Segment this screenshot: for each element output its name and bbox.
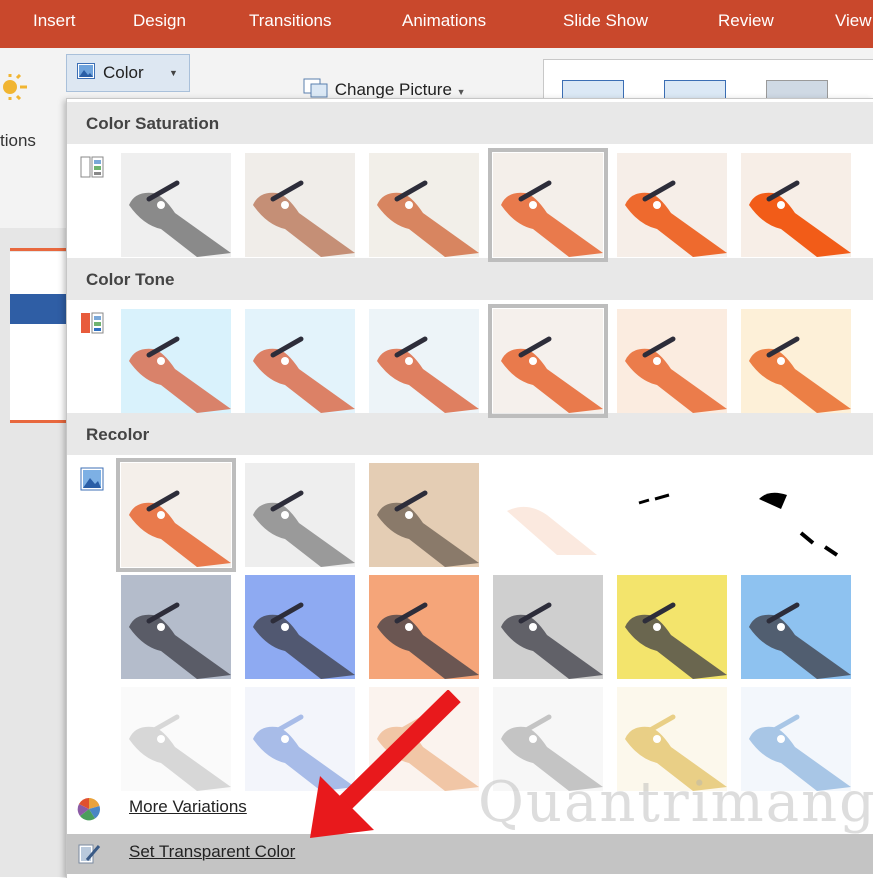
color-saturation-title: Color Saturation [86,114,220,133]
recolor-swatch[interactable] [245,575,355,679]
ribbon-tab-bar: Insert Design Transitions Animations Sli… [0,0,873,48]
color-tone-swatch[interactable] [617,309,727,413]
color-tone-swatch[interactable] [741,309,851,413]
recolor-swatch[interactable] [617,575,727,679]
recolor-swatch[interactable] [493,463,603,567]
color-saturation-swatch[interactable] [617,153,727,257]
recolor-swatch[interactable] [245,463,355,567]
change-picture-icon [303,78,328,98]
recolor-swatch[interactable] [741,575,851,679]
color-saturation-swatch[interactable] [488,148,608,262]
recolor-swatch[interactable] [741,463,851,567]
change-picture-button[interactable]: Change Picture ▼ [302,78,466,100]
recolor-swatch[interactable] [121,687,231,791]
color-saturation-swatch[interactable] [245,153,355,257]
color-tone-header: Color Tone [67,258,873,300]
tab-insert[interactable]: Insert [33,11,76,31]
color-saturation-swatch[interactable] [121,153,231,257]
color-saturation-swatch[interactable] [369,153,479,257]
color-wheel-icon [77,797,101,821]
color-tone-swatch[interactable] [488,304,608,418]
set-transparent-color-label: Set Transparent Color [129,842,296,861]
color-saturation-icon [80,156,104,178]
tab-slide-show[interactable]: Slide Show [563,11,648,31]
recolor-icon [80,467,104,491]
recolor-swatch[interactable] [116,458,236,572]
change-picture-label: Change Picture [334,80,452,99]
color-saturation-header: Color Saturation [67,102,873,144]
color-tone-icon [81,312,104,334]
recolor-swatch[interactable] [121,575,231,679]
color-saturation-swatch[interactable] [741,153,851,257]
tab-design[interactable]: Design [133,11,186,31]
pen-transparent-icon [78,844,101,864]
chevron-down-icon: ▼ [169,68,178,78]
tab-view[interactable]: View [835,11,872,31]
color-tone-title: Color Tone [86,270,175,289]
watermark: Quantrimang [478,770,873,835]
color-tone-swatch[interactable] [369,309,479,413]
recolor-swatch[interactable] [369,575,479,679]
picture-color-icon [77,63,95,79]
recolor-swatch[interactable] [493,575,603,679]
color-button[interactable]: Color ▼ [66,54,190,92]
red-arrow-annotation [310,690,461,838]
slide-thumbnail[interactable] [10,252,66,420]
tab-review[interactable]: Review [718,11,774,31]
corrections-sun-icon [3,74,27,100]
recolor-swatch[interactable] [617,463,727,567]
recolor-header: Recolor [67,413,873,455]
color-button-label: Color [103,63,144,82]
tab-transitions[interactable]: Transitions [249,11,332,31]
partial-group-label: tions [0,131,36,150]
color-tone-swatch[interactable] [121,309,231,413]
color-tone-swatch[interactable] [245,309,355,413]
recolor-swatch[interactable] [369,463,479,567]
tab-animations[interactable]: Animations [402,11,486,31]
recolor-title: Recolor [86,425,150,444]
more-variations-label: More Variations [129,797,247,816]
